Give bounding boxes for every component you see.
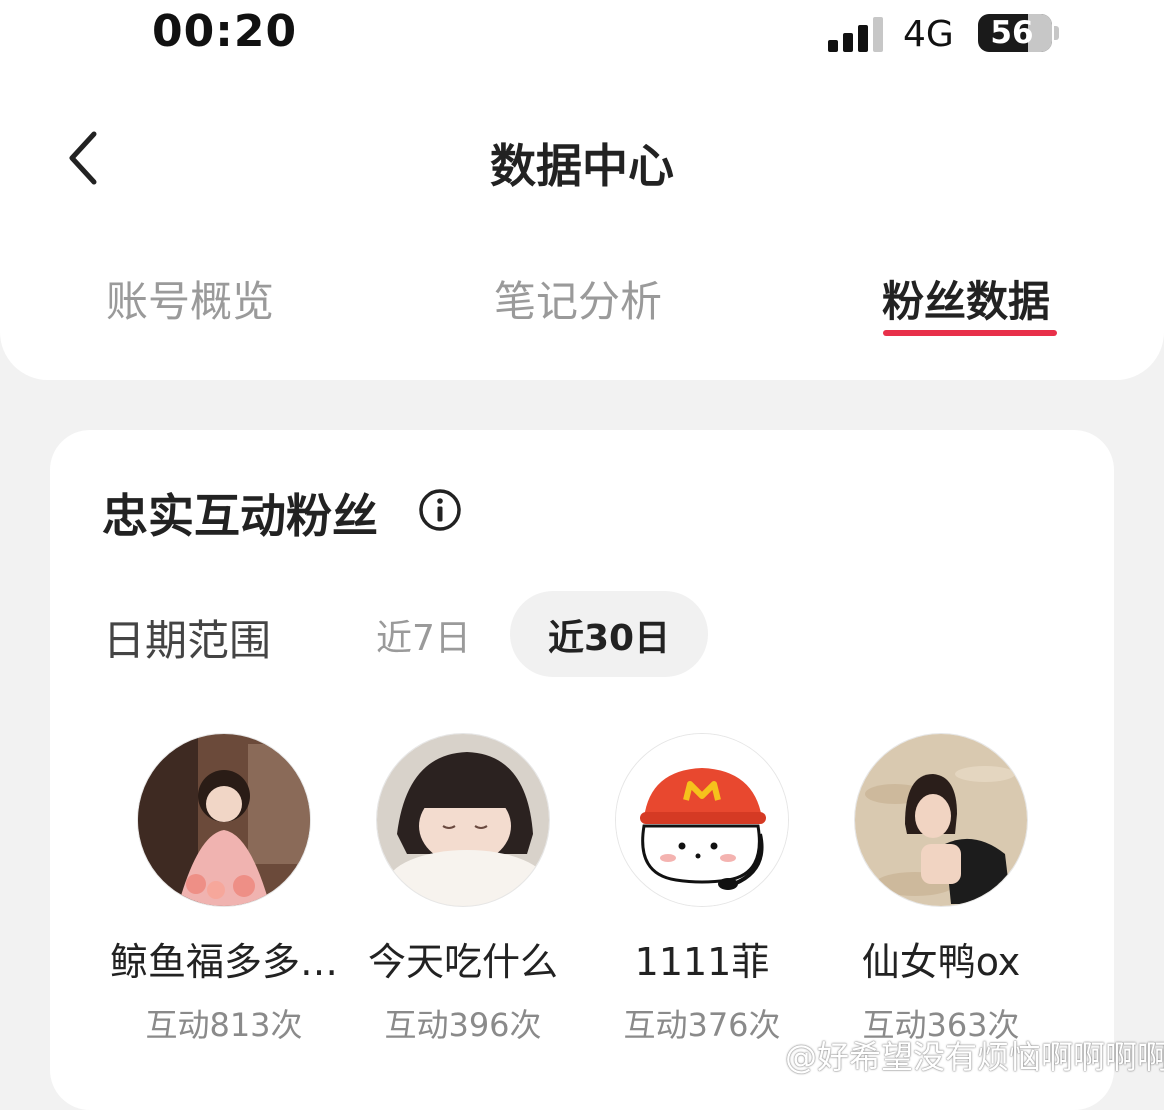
fan-interaction-count: 互动813次	[145, 1006, 303, 1044]
status-time: 00:20	[152, 6, 298, 57]
watermark: @好希望没有烦恼啊啊啊啊	[785, 1038, 1164, 1076]
fan-item[interactable]: 今天吃什么 互动396次	[323, 733, 603, 1046]
battery-icon: 56	[978, 14, 1052, 52]
tab-fan-data[interactable]: 粉丝数据	[882, 268, 1050, 329]
range-option-30d[interactable]: 近30日	[548, 609, 670, 661]
avatar-image	[616, 734, 788, 906]
fan-name: 鲸鱼福多多…	[109, 940, 338, 984]
section-title: 忠实互动粉丝	[102, 489, 378, 543]
range-option-7d[interactable]: 近7日	[376, 609, 471, 661]
avatar-image	[138, 734, 310, 906]
active-tab-indicator	[883, 330, 1057, 336]
tab-note-analysis[interactable]: 笔记分析	[494, 268, 662, 329]
fan-item[interactable]: 仙女鸭ox 互动363次	[801, 733, 1081, 1046]
fan-name: 今天吃什么	[367, 940, 558, 984]
tab-account-overview[interactable]: 账号概览	[106, 268, 274, 329]
avatar[interactable]	[854, 733, 1028, 907]
battery-cap	[1054, 26, 1059, 40]
network-type: 4G	[903, 14, 954, 55]
fan-name: 仙女鸭ox	[861, 940, 1021, 984]
fan-name: 1111菲	[634, 940, 770, 984]
date-range-label: 日期范围	[103, 616, 272, 665]
avatar-image	[855, 734, 1027, 906]
signal-icon	[828, 17, 883, 52]
page-title: 数据中心	[490, 139, 674, 193]
info-icon[interactable]	[418, 488, 462, 532]
fan-item[interactable]: 1111菲 互动376次	[562, 733, 842, 1046]
avatar[interactable]	[137, 733, 311, 907]
avatar[interactable]	[376, 733, 550, 907]
avatar-image	[377, 734, 549, 906]
battery-level: 56	[990, 15, 1034, 51]
fan-interaction-count: 互动396次	[384, 1006, 542, 1044]
avatar[interactable]	[615, 733, 789, 907]
fan-item[interactable]: 鲸鱼福多多… 互动813次	[84, 733, 364, 1046]
